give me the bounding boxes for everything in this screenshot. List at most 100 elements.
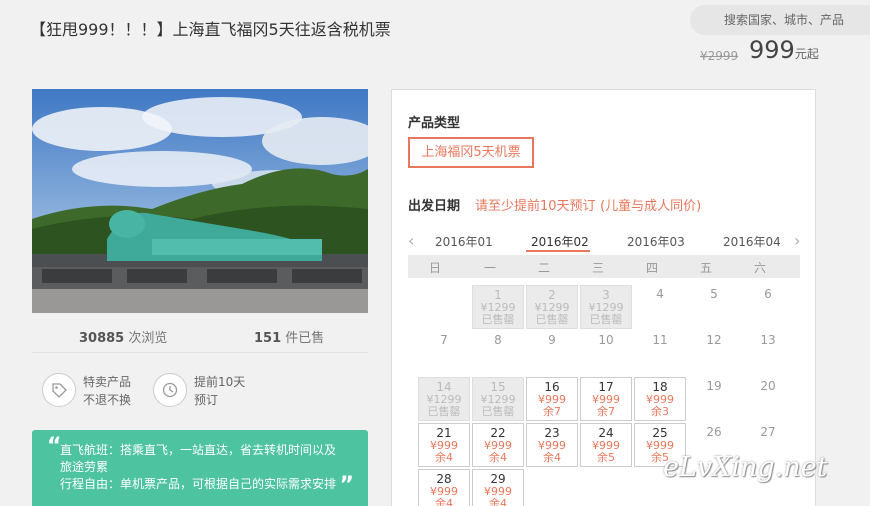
- day-number: 16: [544, 380, 560, 394]
- calendar-day: 20: [742, 377, 794, 421]
- calendar-day[interactable]: 16 ¥999 余7: [526, 377, 578, 421]
- calendar-day: 9: [526, 331, 578, 375]
- weekday-label: 二: [537, 261, 550, 275]
- day-number: 29: [490, 472, 506, 486]
- chevron-right-icon[interactable]: ›: [794, 231, 800, 250]
- month-tab[interactable]: 2016年04: [723, 233, 781, 250]
- weekday-label: 五: [699, 261, 712, 275]
- day-number: 25: [652, 426, 668, 440]
- day-status: 余4: [543, 451, 561, 464]
- booking-panel: 产品类型 上海福冈5天机票 出发日期 请至少提前10天预订 (儿童与成人同价) …: [391, 89, 816, 506]
- calendar-day: 5: [688, 285, 740, 329]
- day-status: 余4: [489, 497, 507, 506]
- product-type-label: 产品类型: [408, 116, 461, 131]
- product-photo: [32, 89, 368, 313]
- calendar-day: 8: [472, 331, 524, 375]
- day-number: 19: [706, 379, 722, 393]
- day-number: 14: [436, 380, 452, 394]
- weekday-label: 六: [753, 261, 766, 275]
- sold-count: 151 件已售: [254, 327, 324, 346]
- day-number: 15: [490, 380, 506, 394]
- watermark-logo: eLvXing.net: [663, 452, 828, 483]
- day-status: 已售罄: [481, 405, 515, 418]
- selected-month-underline: [526, 250, 590, 252]
- day-status: 已售罄: [535, 313, 569, 326]
- day-status: 余5: [597, 451, 615, 464]
- calendar-day: 4: [634, 285, 686, 329]
- calendar-day: 14 ¥1299 已售罄: [418, 377, 470, 421]
- day-number: 7: [440, 333, 448, 347]
- day-number: 28: [436, 472, 452, 486]
- weekday-label: 三: [591, 261, 604, 275]
- weekday-label: 一: [483, 261, 496, 275]
- month-tab-selected[interactable]: 2016年02: [531, 233, 589, 250]
- day-status: 已售罄: [589, 313, 623, 326]
- day-number: 23: [544, 426, 560, 440]
- calendar-day: 19: [688, 377, 740, 421]
- day-number: 4: [656, 287, 664, 301]
- open-quote-icon: “: [47, 434, 62, 459]
- calendar-day[interactable]: 23 ¥999 余4: [526, 423, 578, 467]
- divider: [32, 352, 368, 353]
- feature-line: 预订: [194, 393, 219, 407]
- chevron-left-icon[interactable]: ‹: [408, 231, 414, 250]
- search-input[interactable]: 搜索国家、城市、产品: [690, 5, 870, 35]
- current-price-value: 999: [749, 36, 795, 64]
- day-number: 20: [760, 379, 776, 393]
- month-tab[interactable]: 2016年01: [435, 233, 493, 250]
- calendar-day: 11: [634, 331, 686, 375]
- day-number: 24: [598, 426, 614, 440]
- calendar-day: 3 ¥1299 已售罄: [580, 285, 632, 329]
- month-tab[interactable]: 2016年03: [627, 233, 685, 250]
- day-number: 1: [494, 288, 502, 302]
- day-status: 余7: [597, 405, 615, 418]
- day-number: 17: [598, 380, 614, 394]
- calendar-day[interactable]: 22 ¥999 余4: [472, 423, 524, 467]
- current-price: 999元起: [749, 36, 819, 64]
- calendar-day[interactable]: 21 ¥999 余4: [418, 423, 470, 467]
- product-highlights: “ 直飞航班：搭乘直飞，一站直达，省去转机时间以及 旅途劳累 行程自由：单机票产…: [32, 430, 368, 506]
- day-number: 9: [548, 333, 556, 347]
- close-quote-icon: ”: [339, 473, 354, 498]
- child-price-note: (儿童与成人同价): [600, 199, 702, 214]
- day-status: 余4: [435, 451, 453, 464]
- feature-line: 特卖产品: [83, 375, 132, 389]
- sold-count-number: 151: [254, 331, 282, 346]
- day-number: 12: [706, 333, 722, 347]
- calendar-day: 7: [418, 331, 470, 375]
- day-status: 余7: [543, 405, 561, 418]
- highlight-line: 直飞航班：搭乘直飞，一站直达，省去转机时间以及: [60, 443, 337, 457]
- calendar-day: 1 ¥1299 已售罄: [472, 285, 524, 329]
- day-number: 27: [760, 425, 776, 439]
- weekday-label: 日: [428, 261, 441, 275]
- month-selector: ‹ 2016年01 2016年02 2016年03 2016年04 ›: [408, 229, 808, 253]
- view-count: 30885 次浏览: [79, 327, 167, 346]
- calendar-day[interactable]: 28 ¥999 余4: [418, 469, 470, 506]
- view-count-number: 30885: [79, 331, 125, 346]
- day-status: 余4: [435, 497, 453, 506]
- view-count-label: 次浏览: [128, 331, 168, 346]
- day-number: 5: [710, 287, 718, 301]
- feature-line: 不退不换: [83, 393, 132, 407]
- sold-count-label: 件已售: [285, 331, 325, 346]
- weekday-label: 四: [645, 261, 658, 275]
- highlight-line: 行程自由：单机票产品，可根据自己的实际需求安排: [60, 477, 337, 491]
- calendar-day: 2 ¥1299 已售罄: [526, 285, 578, 329]
- calendar-day[interactable]: 29 ¥999 余4: [472, 469, 524, 506]
- feature-advance-booking: 提前10天 预订: [153, 373, 245, 409]
- calendar-day[interactable]: 24 ¥999 余5: [580, 423, 632, 467]
- day-status: 余3: [651, 405, 669, 418]
- day-number: 22: [490, 426, 506, 440]
- calendar-day[interactable]: 18 ¥999 余3: [634, 377, 686, 421]
- product-option-button[interactable]: 上海福冈5天机票: [408, 137, 534, 168]
- page-title: 【狂甩999！！！】上海直飞福冈5天往返含税机票: [30, 20, 391, 39]
- highlight-line: 旅途劳累: [60, 460, 109, 474]
- calendar-day: 6: [742, 285, 794, 329]
- calendar-day: 13: [742, 331, 794, 375]
- day-status: 已售罄: [427, 405, 461, 418]
- day-number: 26: [706, 425, 722, 439]
- day-number: 10: [598, 333, 614, 347]
- calendar-day[interactable]: 17 ¥999 余7: [580, 377, 632, 421]
- calendar-day: 10: [580, 331, 632, 375]
- tag-icon: [42, 373, 76, 407]
